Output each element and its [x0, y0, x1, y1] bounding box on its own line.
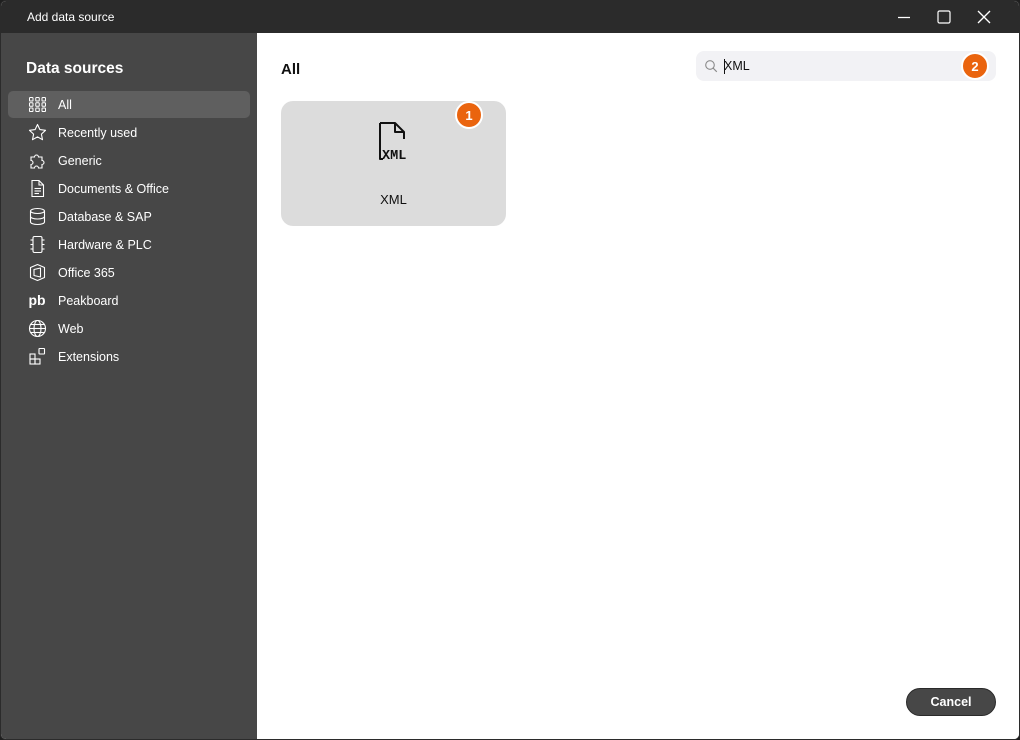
sidebar-item-all[interactable]: All — [8, 91, 250, 118]
xml-file-icon: XML — [379, 122, 406, 163]
grid-icon — [29, 97, 46, 112]
sidebar-item-label: Generic — [58, 154, 102, 168]
page-title: All — [281, 61, 301, 78]
main-panel: All 2 XML XML 1 Cancel — [257, 33, 1019, 739]
sidebar-item-web[interactable]: Web — [8, 315, 250, 342]
sidebar-item-label: Hardware & PLC — [58, 238, 152, 252]
extensions-icon — [29, 347, 46, 365]
document-icon — [31, 179, 45, 198]
sidebar-item-label: Extensions — [58, 350, 120, 364]
star-icon — [28, 123, 47, 141]
sidebar-item-database-sap[interactable]: Database & SAP — [8, 203, 250, 230]
cancel-button[interactable]: Cancel — [906, 688, 996, 716]
minimize-icon — [898, 16, 910, 19]
database-icon — [29, 207, 46, 226]
sidebar: Data sources All Recently used Generic D… — [1, 33, 257, 739]
globe-icon — [28, 319, 47, 338]
sidebar-item-label: All — [58, 98, 72, 112]
sidebar-item-label: Web — [58, 322, 84, 336]
window-title: Add data source — [27, 10, 115, 24]
sidebar-item-hardware-plc[interactable]: Hardware & PLC — [8, 231, 250, 258]
step-badge-1: 1 — [455, 101, 483, 129]
sidebar-item-generic[interactable]: Generic — [8, 147, 250, 174]
close-button[interactable] — [961, 1, 1007, 33]
sidebar-item-label: Office 365 — [58, 266, 115, 280]
office-icon — [29, 263, 46, 282]
sidebar-heading: Data sources — [26, 60, 124, 77]
sidebar-item-label: Peakboard — [58, 294, 119, 308]
svg-text:XML: XML — [382, 149, 406, 163]
step-badge-2: 2 — [961, 52, 989, 80]
search-input[interactable] — [724, 56, 954, 76]
sidebar-item-label: Documents & Office — [58, 182, 169, 196]
search-box[interactable] — [696, 51, 996, 81]
text-cursor — [724, 59, 725, 74]
add-data-source-dialog: Add data source Data sources All Recentl… — [0, 0, 1020, 740]
title-bar: Add data source — [1, 1, 1019, 33]
svg-text:pb: pb — [29, 292, 46, 308]
chip-icon — [30, 235, 45, 254]
sidebar-item-office-365[interactable]: Office 365 — [8, 259, 250, 286]
sidebar-item-recently-used[interactable]: Recently used — [8, 119, 250, 146]
close-icon — [977, 10, 991, 24]
sidebar-item-peakboard[interactable]: pb Peakboard — [8, 287, 250, 314]
maximize-icon — [937, 10, 951, 24]
peakboard-icon: pb — [29, 292, 46, 308]
sidebar-item-label: Database & SAP — [58, 210, 152, 224]
tile-label: XML — [380, 192, 407, 207]
search-icon — [705, 60, 718, 73]
sidebar-item-extensions[interactable]: Extensions — [8, 343, 250, 370]
sidebar-item-documents-office[interactable]: Documents & Office — [8, 175, 250, 202]
puzzle-icon — [30, 154, 45, 169]
sidebar-item-label: Recently used — [58, 126, 138, 140]
